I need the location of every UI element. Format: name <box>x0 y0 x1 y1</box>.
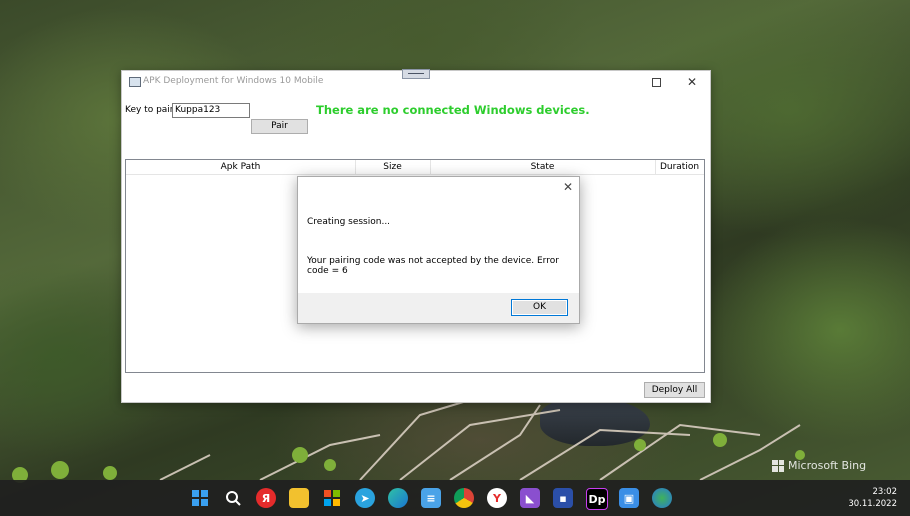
device-status-text: There are no connected Windows devices. <box>316 103 590 117</box>
dialog-message-error: Your pairing code was not accepted by th… <box>307 256 559 276</box>
edge-icon[interactable] <box>388 488 408 508</box>
column-header-apk-path[interactable]: Apk Path <box>126 160 356 174</box>
dialog-message-session: Creating session... <box>307 217 391 227</box>
window-titlebar[interactable]: APK Deployment for Windows 10 Mobile ✕ <box>122 69 710 93</box>
dialog-close-button[interactable]: ✕ <box>563 180 573 194</box>
bing-logo-icon <box>772 459 784 472</box>
search-icon[interactable] <box>223 488 243 508</box>
visual-studio-icon[interactable]: ◣ <box>520 488 540 508</box>
start-icon[interactable] <box>190 488 210 508</box>
pair-button[interactable]: Pair <box>251 119 308 134</box>
telegram-icon[interactable]: ➤ <box>355 488 375 508</box>
notepad-icon[interactable]: ≡ <box>421 488 441 508</box>
bing-watermark: Microsoft Bing <box>772 459 866 472</box>
deploy-all-button[interactable]: Deploy All <box>644 382 705 398</box>
earth-icon[interactable] <box>652 488 672 508</box>
column-header-duration[interactable]: Duration <box>655 160 704 174</box>
close-button[interactable]: ✕ <box>675 71 709 93</box>
window-title: APK Deployment for Windows 10 Mobile <box>143 76 324 86</box>
store-icon[interactable] <box>322 488 342 508</box>
file-explorer-icon[interactable] <box>289 488 309 508</box>
dialog-body: Creating session... Your pairing code wa… <box>298 199 579 293</box>
column-header-size[interactable]: Size <box>355 160 431 174</box>
yandex-browser-icon[interactable]: Я <box>256 488 276 508</box>
bing-watermark-text: Microsoft Bing <box>788 459 867 472</box>
drag-grip-icon[interactable] <box>402 69 430 79</box>
app-window-icon[interactable]: ▣ <box>619 488 639 508</box>
app-icon <box>129 77 141 87</box>
column-header-state[interactable]: State <box>430 160 656 174</box>
clock-date: 30.11.2022 <box>848 499 897 509</box>
yandex-icon[interactable]: Y <box>487 488 507 508</box>
key-to-pair-label: Key to pair <box>125 105 174 115</box>
apk-list-header: Apk Path Size State Duration <box>126 160 704 175</box>
system-clock[interactable]: 23:02 30.11.2022 <box>848 486 897 510</box>
jetbrains-icon[interactable]: Dp <box>586 488 608 510</box>
chrome-icon[interactable] <box>454 488 474 508</box>
ok-button[interactable]: OK <box>511 299 568 316</box>
taskbar: Я ➤ ≡ Y ◣ ▪ Dp ▣ 23:02 30.11.2022 <box>0 480 910 516</box>
clock-time: 23:02 <box>872 487 898 497</box>
maximize-button[interactable] <box>639 71 673 93</box>
maximize-icon <box>651 77 661 87</box>
message-dialog: ✕ Creating session... Your pairing code … <box>297 176 580 324</box>
save-icon[interactable]: ▪ <box>553 488 573 508</box>
dialog-footer: OK <box>298 293 579 323</box>
pair-key-input[interactable]: Kuppa123 <box>172 103 250 118</box>
